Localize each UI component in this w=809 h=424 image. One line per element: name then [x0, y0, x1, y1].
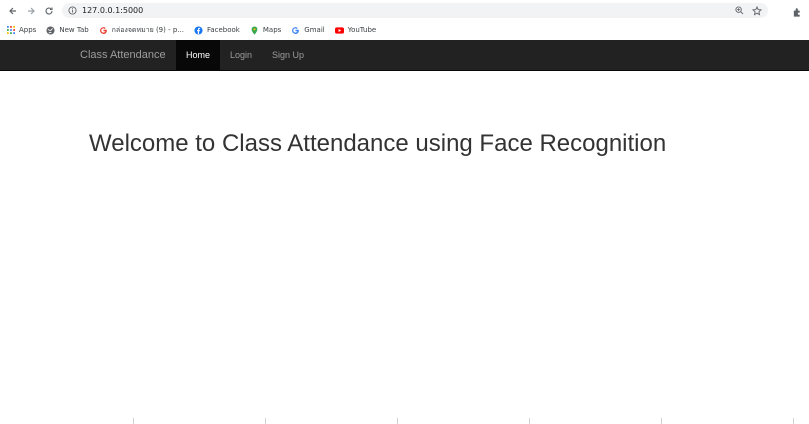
bookmark-gmail-inbox[interactable]: กล่องจดหมาย (9) - p... [99, 25, 184, 36]
divider-tick [265, 418, 266, 424]
google-g-icon [99, 26, 108, 35]
forward-arrow-icon[interactable] [22, 2, 40, 20]
bookmark-label: Gmail [304, 26, 325, 34]
extensions-puzzle-icon[interactable] [792, 5, 804, 17]
google-g-icon [291, 26, 300, 35]
apps-grid-icon [6, 26, 15, 35]
back-arrow-icon[interactable] [4, 2, 22, 20]
site-navbar: Class Attendance Home Login Sign Up [0, 40, 809, 71]
zoom-icon[interactable] [734, 6, 744, 16]
bookmark-apps[interactable]: Apps [6, 26, 36, 35]
divider-tick [133, 418, 134, 424]
bookmark-maps[interactable]: Maps [250, 25, 282, 35]
bookmark-label: Maps [262, 26, 282, 34]
maps-pin-icon [250, 25, 259, 35]
youtube-icon [334, 26, 344, 35]
navbar-brand[interactable]: Class Attendance [80, 40, 166, 70]
bookmark-new-tab[interactable]: New Tab [46, 25, 89, 35]
address-bar[interactable]: 127.0.0.1:5000 [62, 3, 768, 18]
bookmark-gmail[interactable]: Gmail [291, 26, 325, 35]
bookmark-facebook[interactable]: Facebook [194, 25, 240, 35]
divider-tick [529, 418, 530, 424]
bookmark-youtube[interactable]: YouTube [334, 26, 377, 35]
welcome-heading: Welcome to Class Attendance using Face R… [89, 130, 667, 157]
nav-item-sign-up[interactable]: Sign Up [262, 40, 314, 70]
site-info-icon[interactable] [67, 6, 77, 16]
bookmark-label: Facebook [206, 26, 240, 34]
reload-icon[interactable] [40, 2, 58, 20]
facebook-icon [194, 25, 203, 35]
nav-item-login[interactable]: Login [220, 40, 262, 70]
divider-tick [793, 418, 794, 424]
bookmark-label: New Tab [59, 26, 89, 34]
bookmark-label: Apps [19, 26, 37, 34]
navbar-items: Home Login Sign Up [176, 40, 314, 70]
bookmark-label: YouTube [347, 26, 377, 34]
bookmark-star-icon[interactable] [752, 5, 762, 16]
bottom-edge-divider [0, 418, 809, 424]
url-text: 127.0.0.1:5000 [82, 6, 144, 15]
divider-tick [661, 418, 662, 424]
globe-icon [46, 25, 55, 35]
divider-tick [397, 418, 398, 424]
bookmarks-bar: Apps New Tab กล่องจดหมาย (9) - p... Face… [0, 21, 809, 39]
nav-item-home[interactable]: Home [176, 40, 221, 70]
browser-toolbar: 127.0.0.1:5000 [0, 0, 809, 21]
bookmark-label: กล่องจดหมาย (9) - p... [111, 25, 184, 34]
